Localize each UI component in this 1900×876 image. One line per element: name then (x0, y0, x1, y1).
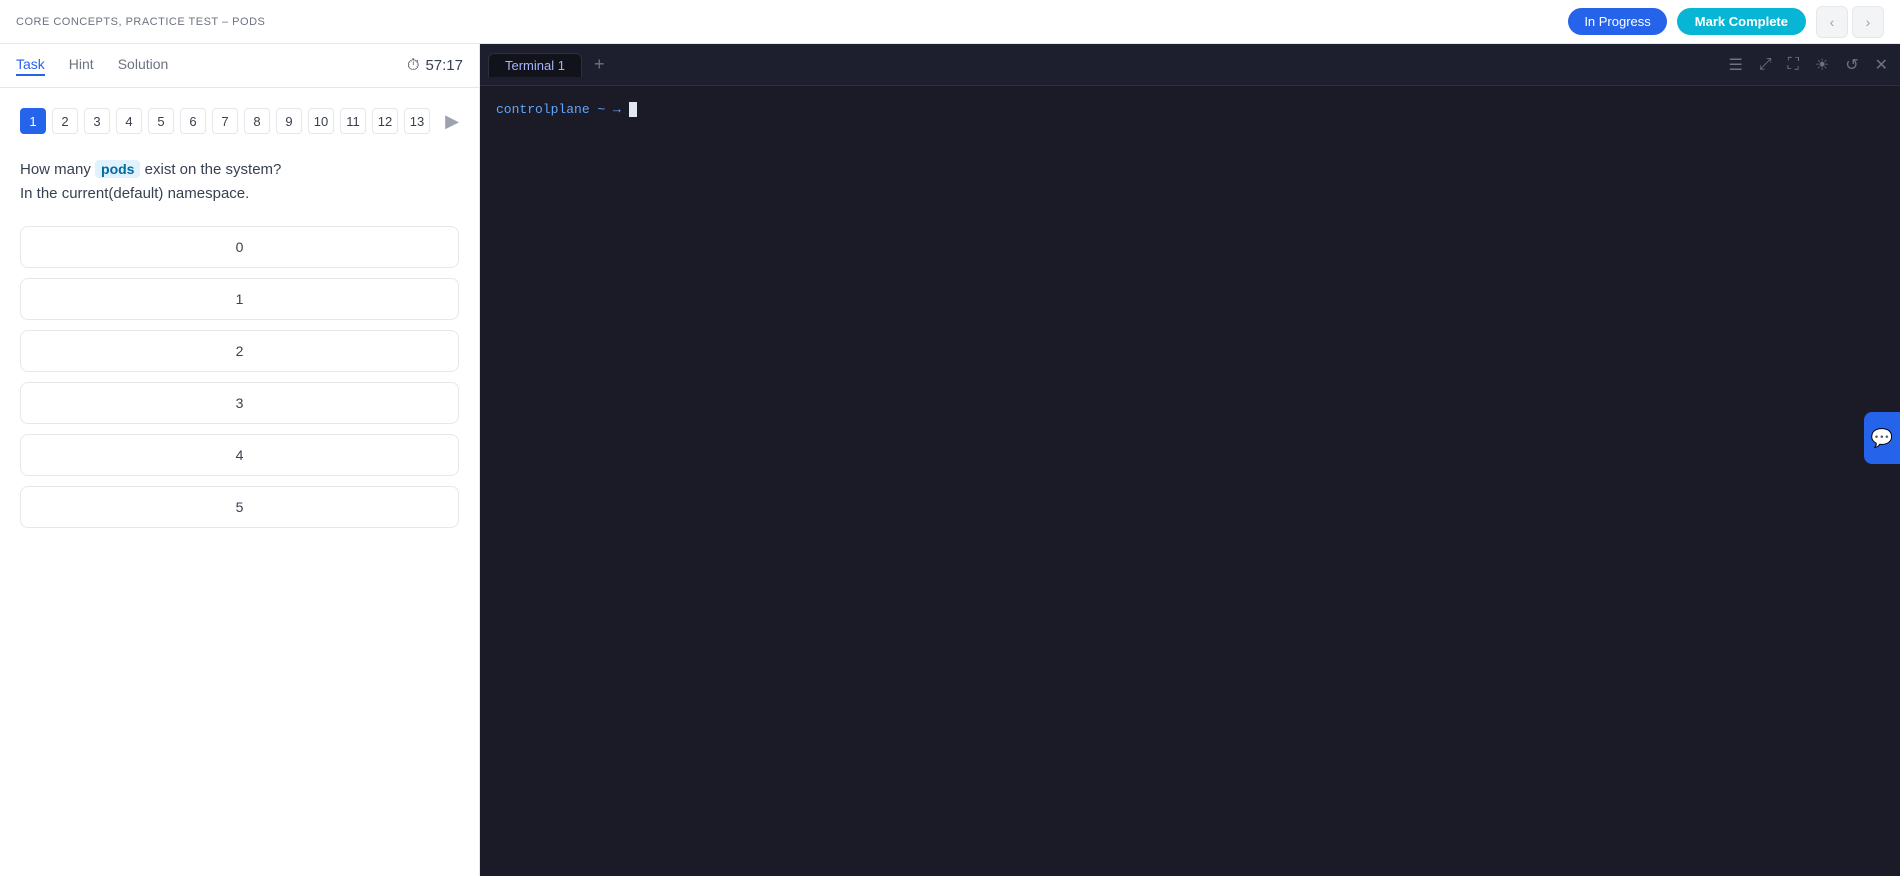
answer-option-4[interactable]: 4 (20, 434, 459, 476)
question-number-6[interactable]: 6 (180, 108, 206, 134)
question-number-10[interactable]: 10 (308, 108, 334, 134)
question-subtext: In the current(default) namespace. (20, 185, 249, 202)
tab-bar: Task Hint Solution ⏱ 57:17 (0, 44, 479, 88)
question-number-2[interactable]: 2 (52, 108, 78, 134)
timer-icon: ⏱ (407, 57, 419, 75)
terminal-body[interactable]: controlplane ~ → (480, 86, 1900, 876)
terminal-external-button[interactable]: ⤢ (1755, 52, 1776, 78)
nav-arrows: ‹ › (1816, 6, 1884, 38)
nav-next-button[interactable]: › (1852, 6, 1884, 38)
question-text: How many pods exist on the system? In th… (20, 158, 459, 206)
question-number-4[interactable]: 4 (116, 108, 142, 134)
terminal-cursor (629, 102, 637, 117)
answer-option-5[interactable]: 5 (20, 486, 459, 528)
in-progress-button[interactable]: In Progress (1568, 8, 1666, 35)
terminal-header: Terminal 1 + ☰ ⤢ ⛶ ☀ ↺ ✕ (480, 44, 1900, 86)
terminal-close-button[interactable]: ✕ (1871, 51, 1892, 79)
mark-complete-button[interactable]: Mark Complete (1677, 8, 1806, 35)
question-number-11[interactable]: 11 (340, 108, 366, 134)
side-chat-button[interactable]: 💬 (1864, 412, 1900, 464)
top-header: CORE CONCEPTS, PRACTICE TEST – PODS In P… (0, 0, 1900, 44)
terminal-fullscreen-button[interactable]: ⛶ (1784, 52, 1803, 78)
question-number-13[interactable]: 13 (404, 108, 430, 134)
question-number-12[interactable]: 12 (372, 108, 398, 134)
answer-option-3[interactable]: 3 (20, 382, 459, 424)
terminal-toolbar: ☰ ⤢ ⛶ ☀ ↺ ✕ (1724, 51, 1892, 79)
skip-button[interactable]: ▶ (445, 111, 459, 132)
question-number-9[interactable]: 9 (276, 108, 302, 134)
terminal-add-tab-button[interactable]: + (586, 52, 613, 77)
question-number-5[interactable]: 5 (148, 108, 174, 134)
main-layout: Task Hint Solution ⏱ 57:17 1234567891011… (0, 44, 1900, 876)
terminal-prompt: controlplane ~ → (496, 102, 629, 117)
header-right: In Progress Mark Complete ‹ › (1568, 6, 1884, 38)
question-number-7[interactable]: 7 (212, 108, 238, 134)
question-number-3[interactable]: 3 (84, 108, 110, 134)
answer-options: 0 1 2 3 4 5 (20, 226, 459, 528)
answer-option-2[interactable]: 2 (20, 330, 459, 372)
chat-icon: 💬 (1871, 428, 1893, 449)
tab-hint[interactable]: Hint (69, 56, 94, 76)
question-area: 12345678910111213 ▶ How many pods exist … (0, 88, 479, 876)
answer-option-1[interactable]: 1 (20, 278, 459, 320)
terminal-brightness-button[interactable]: ☀ (1811, 51, 1833, 79)
terminal-menu-button[interactable]: ☰ (1724, 51, 1746, 79)
timer: ⏱ 57:17 (407, 57, 463, 75)
question-highlight: pods (95, 160, 140, 178)
nav-prev-button[interactable]: ‹ (1816, 6, 1848, 38)
question-text-after: exist on the system? (140, 161, 281, 178)
left-panel: Task Hint Solution ⏱ 57:17 1234567891011… (0, 44, 480, 876)
question-number-8[interactable]: 8 (244, 108, 270, 134)
question-number-1[interactable]: 1 (20, 108, 46, 134)
answer-option-0[interactable]: 0 (20, 226, 459, 268)
tab-task[interactable]: Task (16, 56, 45, 76)
question-numbers: 12345678910111213 ▶ (20, 108, 459, 134)
right-panel: Terminal 1 + ☰ ⤢ ⛶ ☀ ↺ ✕ controlplane ~ … (480, 44, 1900, 876)
timer-value: 57:17 (425, 57, 463, 74)
breadcrumb: CORE CONCEPTS, PRACTICE TEST – PODS (16, 16, 265, 28)
terminal-history-button[interactable]: ↺ (1841, 51, 1862, 79)
question-text-before: How many (20, 161, 95, 178)
tab-solution[interactable]: Solution (118, 56, 169, 76)
terminal-tab-1[interactable]: Terminal 1 (488, 53, 582, 77)
terminal-tab-label: Terminal 1 (505, 58, 565, 73)
